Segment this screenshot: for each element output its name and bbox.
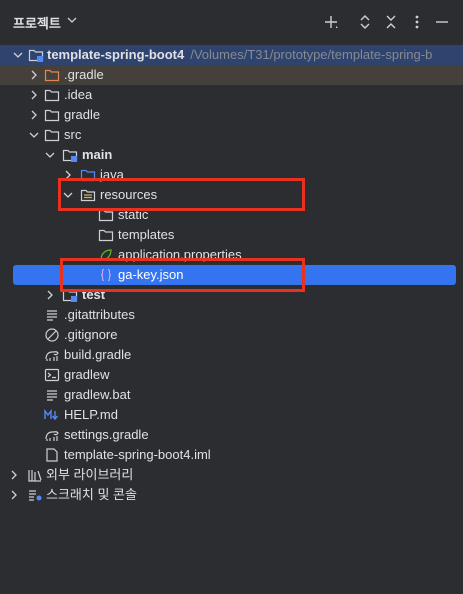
markdown-icon: [44, 408, 59, 421]
tree-node-gitignore[interactable]: .gitignore: [0, 325, 463, 345]
tree-node-gitattributes[interactable]: .gitattributes: [0, 305, 463, 325]
tree-node-build-gradle[interactable]: build.gradle: [0, 345, 463, 365]
chevron-right-icon[interactable]: [28, 69, 40, 81]
tree-label: 외부 라이브러리: [46, 467, 134, 482]
tree-node-templates[interactable]: templates: [0, 225, 463, 245]
tree-node-gradlew[interactable]: gradlew: [0, 365, 463, 385]
tree-label: .gitignore: [64, 327, 118, 342]
root-path: /Volumes/T31/prototype/template-spring-b: [190, 47, 433, 62]
collapse-all-icon[interactable]: [383, 14, 399, 30]
chevron-right-icon[interactable]: [28, 109, 40, 121]
chevron-down-icon[interactable]: [28, 129, 40, 141]
tree-label: main: [82, 147, 113, 162]
tree-node-src[interactable]: src: [0, 125, 463, 145]
tree-node-idea[interactable]: .idea: [0, 85, 463, 105]
module-folder-icon: [62, 149, 78, 162]
gradle-icon: [45, 431, 59, 441]
tree-node-gradlew-bat[interactable]: gradlew.bat: [0, 385, 463, 405]
minimize-icon[interactable]: [434, 14, 450, 30]
chevron-right-icon[interactable]: [8, 489, 20, 501]
ignore-file-icon: [45, 328, 59, 342]
folder-icon: [44, 109, 60, 122]
module-file-icon: [46, 448, 58, 462]
tree-label: gradlew: [64, 367, 110, 382]
chevron-down-icon[interactable]: [12, 49, 24, 61]
tree-label: src: [64, 127, 82, 142]
chevron-right-icon[interactable]: [28, 89, 40, 101]
tree-node-main[interactable]: main: [0, 145, 463, 165]
chevron-right-icon[interactable]: [8, 469, 20, 481]
tree-node-gradle[interactable]: gradle: [0, 105, 463, 125]
chevron-right-icon[interactable]: [44, 289, 56, 301]
tree-label-root: template-spring-boot4/Volumes/T31/protot…: [47, 47, 433, 62]
tree-node-scratches[interactable]: 스크래치 및 콘솔: [0, 485, 463, 505]
tree-label: .gradle: [64, 67, 104, 82]
tree-label: template-spring-boot4.iml: [64, 447, 211, 462]
expand-all-icon[interactable]: [357, 14, 373, 30]
more-options-icon[interactable]: [409, 14, 425, 30]
folder-icon: [44, 89, 60, 102]
tree-node-root[interactable]: template-spring-boot4/Volumes/T31/protot…: [0, 45, 463, 65]
module-folder-icon: [28, 49, 44, 62]
project-panel-header: 프로젝트: [0, 0, 463, 40]
chevron-down-icon[interactable]: [66, 13, 78, 27]
tree-node-settings-gradle[interactable]: settings.gradle: [0, 425, 463, 445]
tree-label: .idea: [64, 87, 93, 102]
chevron-down-icon[interactable]: [44, 149, 56, 161]
tree-node-iml[interactable]: template-spring-boot4.iml: [0, 445, 463, 465]
tree-label: templates: [118, 227, 175, 242]
tree-label: 스크래치 및 콘솔: [46, 487, 137, 502]
tree-label: gradle: [64, 107, 101, 122]
text-file-icon: [47, 390, 57, 401]
tree-node-help-md[interactable]: HELP.md: [0, 405, 463, 425]
shell-script-icon: [44, 368, 60, 382]
library-icon: [28, 470, 42, 482]
tree-node-external-libraries[interactable]: 외부 라이브러리: [0, 465, 463, 485]
folder-icon: [98, 229, 114, 242]
panel-title[interactable]: 프로젝트: [13, 13, 61, 32]
text-file-icon: [47, 310, 57, 321]
gradle-icon: [45, 351, 59, 361]
tree-label: settings.gradle: [64, 427, 149, 442]
add-icon[interactable]: [323, 14, 339, 30]
highlight-box-ga-key: [60, 258, 305, 292]
folder-icon: [44, 129, 60, 142]
highlight-box-resources: [58, 178, 305, 211]
tree-node-gradle-hidden[interactable]: .gradle: [0, 65, 463, 85]
tree-label: .gitattributes: [64, 307, 135, 322]
scratches-icon: [29, 490, 42, 501]
tree-label: HELP.md: [64, 407, 118, 422]
excluded-folder-icon: [44, 69, 60, 82]
tree-label: build.gradle: [64, 347, 132, 362]
tree-label: gradlew.bat: [64, 387, 131, 402]
